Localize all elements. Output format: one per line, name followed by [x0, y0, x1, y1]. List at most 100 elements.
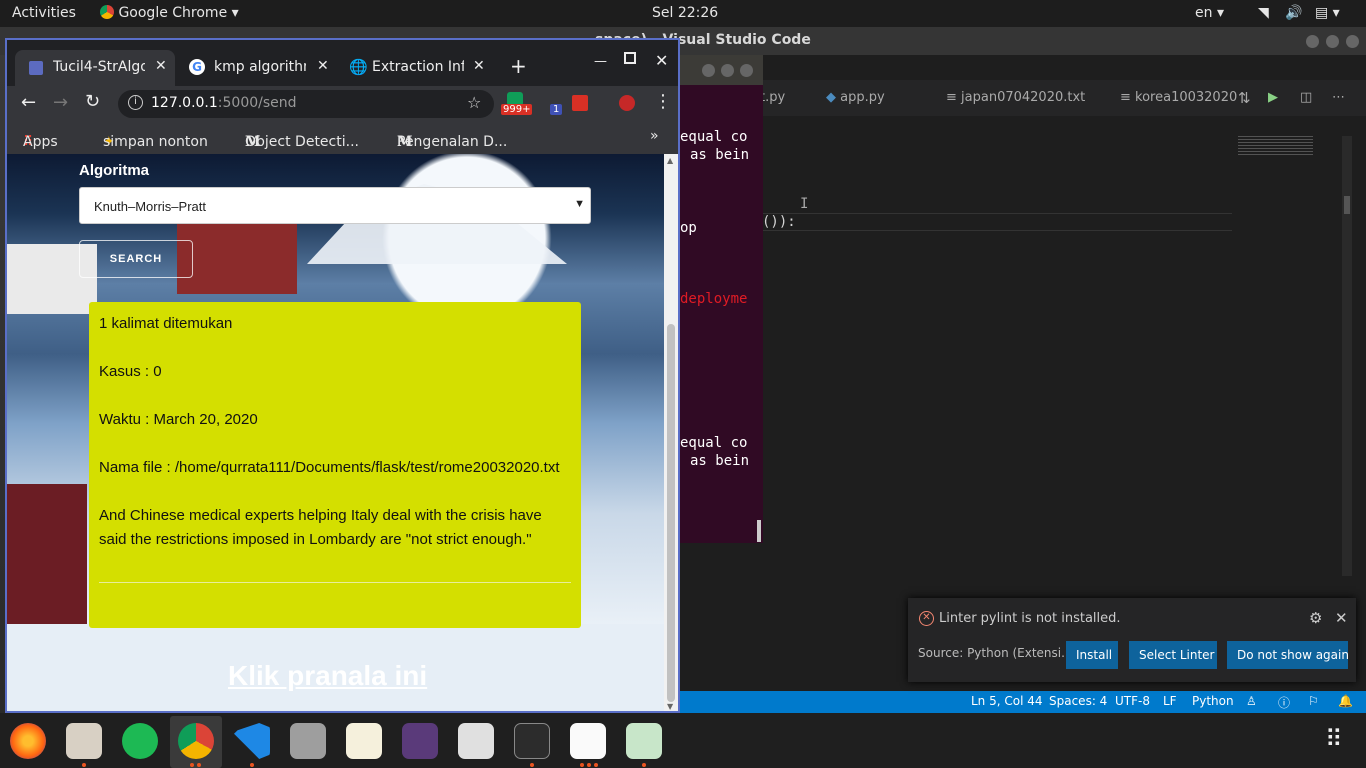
- scroll-up-icon[interactable]: ▲: [667, 156, 673, 165]
- globe-icon: 🌐: [349, 58, 368, 76]
- line-ending[interactable]: LF: [1163, 694, 1177, 708]
- pdf-icon[interactable]: [570, 723, 606, 759]
- tab-app-py[interactable]: ◆ app.py: [826, 80, 885, 116]
- text-file-icon: ≡: [946, 90, 962, 105]
- language-indicator[interactable]: en ▾: [1195, 5, 1224, 21]
- tab-t-py[interactable]: t.py: [760, 80, 785, 116]
- address-bar[interactable]: i 127.0.0.1:5000/send ☆: [118, 90, 494, 118]
- bookmark-star-icon[interactable]: ☆: [467, 93, 481, 112]
- tab-label: app.py: [840, 90, 885, 105]
- tab-title: Tucil4-StrAlgo: [53, 59, 145, 75]
- maximize-icon[interactable]: [1326, 35, 1339, 48]
- close-icon[interactable]: [1346, 35, 1359, 48]
- encoding[interactable]: UTF-8: [1115, 694, 1150, 708]
- minimap[interactable]: [1238, 136, 1313, 156]
- bookmark-label: Apps: [23, 134, 58, 150]
- maximize-icon[interactable]: [624, 52, 636, 64]
- text-editor-icon[interactable]: [346, 723, 382, 759]
- back-icon[interactable]: ←: [21, 92, 36, 113]
- tab-title: Extraction Inf: [372, 59, 464, 75]
- select-linter-button[interactable]: Select Linter: [1129, 641, 1217, 669]
- more-bookmarks-icon[interactable]: »: [650, 128, 659, 144]
- close-tab-icon[interactable]: ✕: [317, 58, 329, 74]
- chrome-tab-strip: Tucil4-StrAlgo ✕ G kmp algorithm ✕ 🌐 Ext…: [7, 40, 678, 86]
- compare-icon[interactable]: ⇅: [1238, 80, 1251, 116]
- terminal-scrollbar[interactable]: [757, 520, 761, 542]
- search-button[interactable]: SEARCH: [79, 240, 193, 278]
- volume-icon[interactable]: 🔊: [1285, 5, 1302, 21]
- terminal-icon[interactable]: [514, 723, 550, 759]
- terminal-titlebar: [680, 55, 763, 85]
- menu-icon[interactable]: ⋮: [654, 91, 672, 112]
- more-actions-icon[interactable]: ⋯: [1332, 80, 1345, 116]
- tweet-feedback-icon[interactable]: ♙: [1246, 694, 1257, 708]
- terminal-window[interactable]: equal co as bein op deployme equal co as…: [680, 55, 763, 543]
- algorithm-label: Algoritma: [79, 162, 150, 179]
- close-icon[interactable]: ✕: [1335, 609, 1348, 627]
- camera-icon[interactable]: [290, 723, 326, 759]
- web-page: Algoritma Knuth–Morris–Pratt ▼ SEARCH 1 …: [7, 154, 664, 711]
- bookmark-label: simpan nonton: [103, 134, 208, 150]
- result-count: 1 kalimat ditemukan: [99, 315, 233, 332]
- firefox-icon[interactable]: [10, 723, 46, 759]
- info-icon[interactable]: i: [128, 95, 143, 110]
- app-menu-label: Google Chrome: [118, 5, 228, 21]
- system-menu-icon[interactable]: ▤ ▾: [1315, 5, 1340, 21]
- video-editor-icon[interactable]: [458, 723, 494, 759]
- editor-scrollbar[interactable]: [1342, 136, 1352, 576]
- book-icon[interactable]: [402, 723, 438, 759]
- bell-icon[interactable]: 🔔: [1338, 694, 1353, 708]
- app-menu[interactable]: Google Chrome ▾: [100, 5, 239, 21]
- scrollbar-thumb[interactable]: [667, 324, 675, 702]
- bookmark-label: Object Detecti...: [245, 134, 359, 150]
- algorithm-select[interactable]: Knuth–Morris–Pratt ▼: [79, 187, 591, 224]
- tab-japan[interactable]: ≡ japan07042020.txt: [946, 80, 1085, 116]
- scroll-down-icon[interactable]: ▼: [667, 702, 673, 711]
- close-icon[interactable]: ✕: [655, 51, 668, 70]
- extension-icon[interactable]: [619, 95, 635, 111]
- activities-button[interactable]: Activities: [12, 5, 76, 21]
- extension-icon[interactable]: [572, 95, 588, 111]
- new-tab-icon[interactable]: +: [510, 54, 527, 78]
- image-viewer-icon[interactable]: [626, 723, 662, 759]
- show-applications-icon[interactable]: ⠿: [1325, 725, 1343, 753]
- forward-icon[interactable]: →: [53, 92, 68, 113]
- maximize-icon[interactable]: [721, 64, 734, 77]
- extension-badge: 1: [550, 104, 563, 115]
- chrome-icon[interactable]: [178, 723, 214, 759]
- minimize-icon[interactable]: [702, 64, 715, 77]
- google-icon: G: [189, 59, 205, 75]
- vscode-icon[interactable]: [234, 723, 270, 759]
- wifi-icon[interactable]: ◥: [1258, 5, 1269, 21]
- language-mode[interactable]: Python: [1192, 694, 1234, 708]
- docs-icon: [29, 61, 43, 75]
- gear-icon[interactable]: ⚙: [1309, 609, 1322, 627]
- tab-tucil4[interactable]: Tucil4-StrAlgo ✕: [15, 50, 175, 86]
- install-button[interactable]: Install: [1066, 641, 1118, 669]
- minimize-icon[interactable]: [1306, 35, 1319, 48]
- cursor-position[interactable]: Ln 5, Col 44: [971, 694, 1043, 708]
- tab-korea[interactable]: ≡ korea10032020: [1120, 80, 1237, 116]
- close-tab-icon[interactable]: ✕: [155, 58, 167, 74]
- text-file-icon: ≡: [1120, 90, 1136, 105]
- live-share-icon[interactable]: ⚐: [1308, 694, 1319, 708]
- reload-icon[interactable]: ↻: [85, 91, 100, 112]
- minimize-icon[interactable]: —: [594, 54, 607, 69]
- python-file-icon: ◆: [826, 90, 841, 105]
- selected-algorithm: Knuth–Morris–Pratt: [94, 199, 206, 214]
- tab-extraction[interactable]: 🌐 Extraction Inf ✕: [343, 50, 493, 86]
- spotify-icon[interactable]: [122, 723, 158, 759]
- info-icon[interactable]: ⓘ: [1278, 694, 1290, 711]
- editor-tabs: t.py ◆ app.py ≡ japan07042020.txt ≡ kore…: [760, 80, 1366, 116]
- run-icon[interactable]: ▶: [1268, 80, 1278, 116]
- close-tab-icon[interactable]: ✕: [473, 58, 485, 74]
- clock[interactable]: Sel 22:26: [652, 5, 718, 21]
- do-not-show-again-button[interactable]: Do not show again: [1227, 641, 1349, 669]
- link-pranala[interactable]: Klik pranala ini: [228, 660, 427, 692]
- split-editor-icon[interactable]: ◫: [1300, 80, 1312, 116]
- close-icon[interactable]: [740, 64, 753, 77]
- files-icon[interactable]: [66, 723, 102, 759]
- indentation[interactable]: Spaces: 4: [1049, 694, 1107, 708]
- tab-kmp[interactable]: G kmp algorithm ✕: [183, 50, 335, 86]
- page-scrollbar[interactable]: ▲ ▼: [664, 154, 678, 711]
